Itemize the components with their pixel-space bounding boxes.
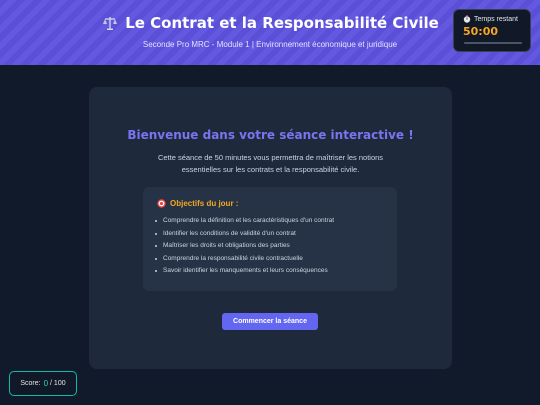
target-icon — [157, 199, 166, 208]
scales-icon — [101, 14, 119, 32]
bullet — [155, 232, 157, 235]
objective-text: Comprendre la responsabilité civile cont… — [163, 254, 303, 262]
intro-text: Cette séance de 50 minutes vous permettr… — [157, 153, 384, 174]
score-total: / 100 — [50, 380, 66, 387]
bullet — [155, 245, 157, 248]
objectives-title: Objectifs du jour : — [170, 199, 239, 208]
objective-text: Savoir identifier les manquements et leu… — [163, 267, 328, 274]
stopwatch-icon — [463, 15, 471, 23]
score-label: Score: — [20, 380, 41, 387]
score-value: 0 — [43, 379, 49, 388]
objective-text: Maîtriser les droits et obligations des … — [163, 242, 290, 249]
timer-value: 50:00 — [463, 25, 499, 38]
objective-text: Identifier les conditions de validité d'… — [163, 229, 296, 237]
timer-label: Temps restant — [474, 15, 518, 23]
start-session-button[interactable]: Commencer la séance — [222, 313, 318, 330]
welcome-heading: Bienvenue dans votre séance interactive … — [127, 128, 414, 142]
timer-progress-bar — [464, 42, 522, 44]
bullet — [155, 220, 157, 223]
timer-progress-fill — [464, 42, 522, 44]
objective-item: Identifier les conditions de validité d'… — [155, 228, 387, 241]
objective-text: Comprendre la définition et les caractér… — [163, 217, 335, 224]
objectives-box: Objectifs du jour : Comprendre la défini… — [143, 187, 397, 291]
timer-label-row: Temps restant — [463, 15, 521, 23]
welcome-card: Bienvenue dans votre séance interactive … — [89, 87, 452, 369]
page-title: Le Contrat et la Responsabilité Civile — [125, 14, 439, 32]
objectives-list: Comprendre la définition et les caractér… — [155, 215, 387, 278]
bullet — [155, 270, 157, 273]
objective-item: Maîtriser les droits et obligations des … — [155, 240, 387, 253]
objective-item: Savoir identifier les manquements et leu… — [155, 265, 387, 278]
score-widget: Score: 0 / 100 — [9, 371, 77, 396]
objective-item: Comprendre la définition et les caractér… — [155, 215, 387, 228]
objective-item: Comprendre la responsabilité civile cont… — [155, 253, 387, 266]
timer-widget: Temps restant 50:00 — [453, 9, 531, 52]
objectives-title-row: Objectifs du jour : — [155, 199, 387, 208]
bullet — [155, 257, 157, 260]
